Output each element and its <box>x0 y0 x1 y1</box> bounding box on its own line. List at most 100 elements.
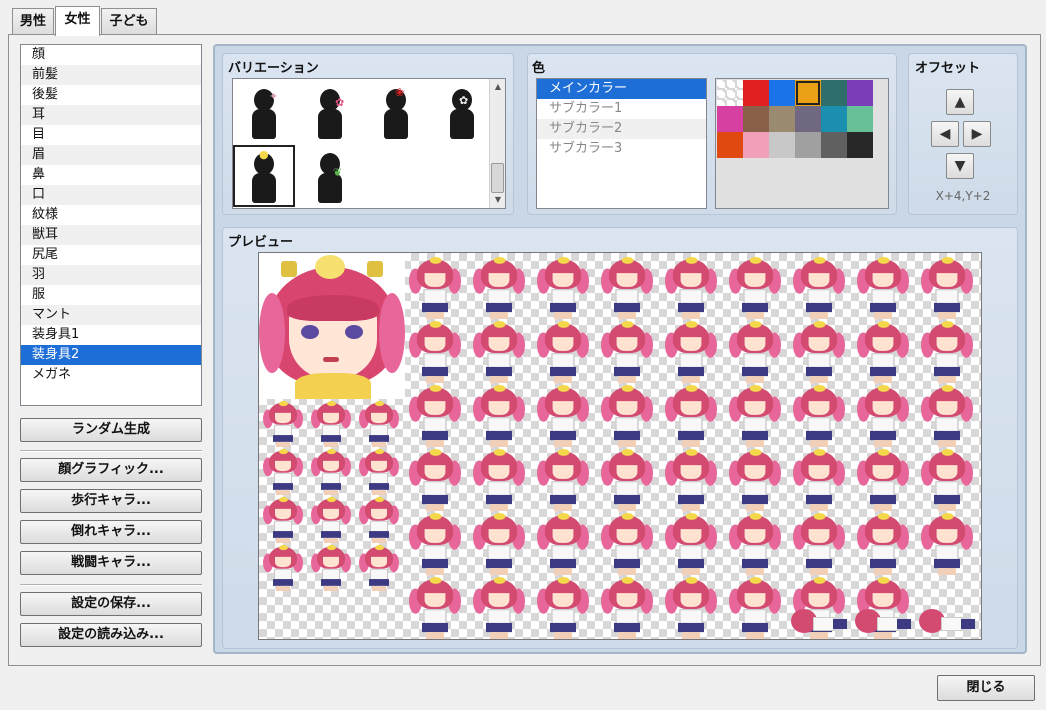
close-button[interactable]: 閉じる <box>937 675 1035 701</box>
part-list-item[interactable]: 尻尾 <box>21 245 201 265</box>
color-swatch[interactable] <box>769 80 795 106</box>
part-list-item[interactable]: 後髪 <box>21 85 201 105</box>
color-swatch[interactable] <box>847 132 873 158</box>
character-sprite <box>263 497 303 543</box>
character-sprite <box>857 385 909 447</box>
variation-scrollbar[interactable]: ▲ ▼ <box>489 79 505 208</box>
part-list-item[interactable]: 鼻 <box>21 165 201 185</box>
part-list-item[interactable]: 紋様 <box>21 205 201 225</box>
color-swatch[interactable] <box>821 80 847 106</box>
part-list-item[interactable]: 口 <box>21 185 201 205</box>
part-list-item[interactable]: 耳 <box>21 105 201 125</box>
offset-readout: X+4,Y+2 <box>935 189 991 203</box>
part-list-item[interactable]: 服 <box>21 285 201 305</box>
color-swatch[interactable] <box>743 80 769 106</box>
color-swatch[interactable] <box>743 132 769 158</box>
down-chara-button[interactable]: 倒れキャラ... <box>20 520 202 544</box>
color-swatch[interactable] <box>821 132 847 158</box>
character-sprite <box>409 321 461 383</box>
character-sprite <box>473 577 525 639</box>
part-list-item[interactable]: 装身具1 <box>21 325 201 345</box>
part-list-item[interactable]: 獣耳 <box>21 225 201 245</box>
character-sprite <box>729 257 781 319</box>
character-sprite <box>665 385 717 447</box>
color-swatch[interactable] <box>717 106 743 132</box>
part-list-item[interactable]: マント <box>21 305 201 325</box>
color-palette[interactable] <box>715 78 889 209</box>
random-generate-button[interactable]: ランダム生成 <box>20 418 202 442</box>
offset-up-button[interactable]: ▲ <box>946 89 974 115</box>
character-sprite <box>921 257 973 319</box>
character-sprite <box>793 257 845 319</box>
part-list-item[interactable]: 羽 <box>21 265 201 285</box>
scroll-thumb[interactable] <box>491 163 504 193</box>
arrow-right-icon: ▶ <box>971 126 983 142</box>
down-sprite <box>855 605 913 637</box>
ornament-icon: ❀ <box>395 86 405 99</box>
part-list-item[interactable]: 顔 <box>21 45 201 65</box>
character-sprite <box>601 513 653 575</box>
character-sprite <box>409 513 461 575</box>
color-swatch[interactable] <box>769 106 795 132</box>
color-swatch[interactable] <box>795 106 821 132</box>
color-item-main[interactable]: メインカラー <box>537 79 706 99</box>
battle-chara-button[interactable]: 戦闘キャラ... <box>20 551 202 575</box>
variation-cell[interactable]: ❦ <box>299 145 361 207</box>
character-sprite <box>601 321 653 383</box>
scroll-up-icon[interactable]: ▲ <box>490 79 506 95</box>
character-sprite <box>263 545 303 591</box>
variation-cell-selected[interactable]: ● <box>233 145 295 207</box>
character-sprite <box>665 513 717 575</box>
color-item-sub1[interactable]: サブカラー1 <box>537 99 706 119</box>
character-sprite <box>857 321 909 383</box>
variation-cell[interactable]: ✿ <box>431 81 493 143</box>
load-settings-button[interactable]: 設定の読み込み... <box>20 623 202 647</box>
variation-cell[interactable]: ✦ <box>233 81 295 143</box>
down-sprite <box>919 605 977 637</box>
character-sprite <box>311 449 351 495</box>
character-sprite <box>409 385 461 447</box>
tab-child[interactable]: 子ども <box>101 8 157 35</box>
arrow-up-icon: ▲ <box>954 94 966 110</box>
part-list-item[interactable]: メガネ <box>21 365 201 385</box>
save-settings-button[interactable]: 設定の保存... <box>20 592 202 616</box>
color-swatch[interactable] <box>847 80 873 106</box>
part-list-item[interactable]: 装身具2 <box>21 345 201 365</box>
character-sprite <box>473 385 525 447</box>
color-swatch[interactable] <box>743 106 769 132</box>
offset-left-button[interactable]: ◀ <box>931 121 959 147</box>
variation-cell[interactable]: ❀ <box>365 81 427 143</box>
variation-cell[interactable]: ✿ <box>299 81 361 143</box>
character-sprite <box>359 545 399 591</box>
color-target-list[interactable]: メインカラー サブカラー1 サブカラー2 サブカラー3 <box>536 78 707 209</box>
part-list[interactable]: 顔前髪 後髪耳目眉鼻口紋様 獣耳 尻尾羽服マント 装身具1 装身具2 メガネ <box>20 44 202 406</box>
character-sprite <box>857 257 909 319</box>
character-sprite <box>665 321 717 383</box>
offset-right-button[interactable]: ▶ <box>963 121 991 147</box>
character-sprite <box>537 449 589 511</box>
tab-male[interactable]: 男性 <box>12 8 54 35</box>
color-item-sub3[interactable]: サブカラー3 <box>537 139 706 159</box>
character-sprite <box>665 449 717 511</box>
color-swatch[interactable] <box>847 106 873 132</box>
part-list-item[interactable]: 前髪 <box>21 65 201 85</box>
part-list-item[interactable]: 目 <box>21 125 201 145</box>
variation-title: バリエーション <box>228 61 319 76</box>
character-sprite <box>311 545 351 591</box>
color-item-sub2[interactable]: サブカラー2 <box>537 119 706 139</box>
color-swatch[interactable] <box>769 132 795 158</box>
offset-down-button[interactable]: ▼ <box>946 153 974 179</box>
character-sprite <box>537 321 589 383</box>
color-swatch[interactable] <box>795 132 821 158</box>
part-list-item[interactable]: 眉 <box>21 145 201 165</box>
color-swatch[interactable] <box>795 80 821 106</box>
face-graphic-button[interactable]: 顔グラフィック... <box>20 458 202 482</box>
variation-grid[interactable]: ✦ ✿ ❀ ✿ ● ❦ <box>232 78 506 209</box>
tab-female[interactable]: 女性 <box>55 6 100 36</box>
scroll-down-icon[interactable]: ▼ <box>490 192 506 208</box>
color-swatch[interactable] <box>717 80 743 106</box>
color-swatch[interactable] <box>717 132 743 158</box>
character-sprite <box>857 449 909 511</box>
color-swatch[interactable] <box>821 106 847 132</box>
walk-chara-button[interactable]: 歩行キャラ... <box>20 489 202 513</box>
